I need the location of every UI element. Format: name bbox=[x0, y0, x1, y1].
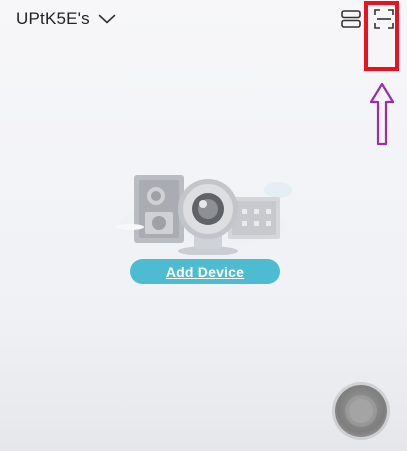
layout-toggle-button[interactable] bbox=[340, 8, 362, 30]
header-bar: UPtK5E's bbox=[0, 0, 407, 44]
app-screen: UPtK5E's Add Device bbox=[0, 0, 407, 451]
home-name: UPtK5E's bbox=[16, 9, 90, 28]
up-arrow-annotation-icon bbox=[369, 82, 395, 146]
camera-devices-illustration bbox=[108, 165, 298, 256]
two-row-layout-icon bbox=[340, 8, 362, 30]
assistive-touch-button[interactable] bbox=[335, 385, 387, 437]
highlight-box bbox=[364, 1, 399, 71]
assistive-touch-icon bbox=[349, 399, 373, 423]
chevron-down-icon bbox=[98, 14, 116, 24]
add-device-button[interactable]: Add Device bbox=[130, 259, 280, 284]
home-selector[interactable]: UPtK5E's bbox=[16, 7, 116, 31]
